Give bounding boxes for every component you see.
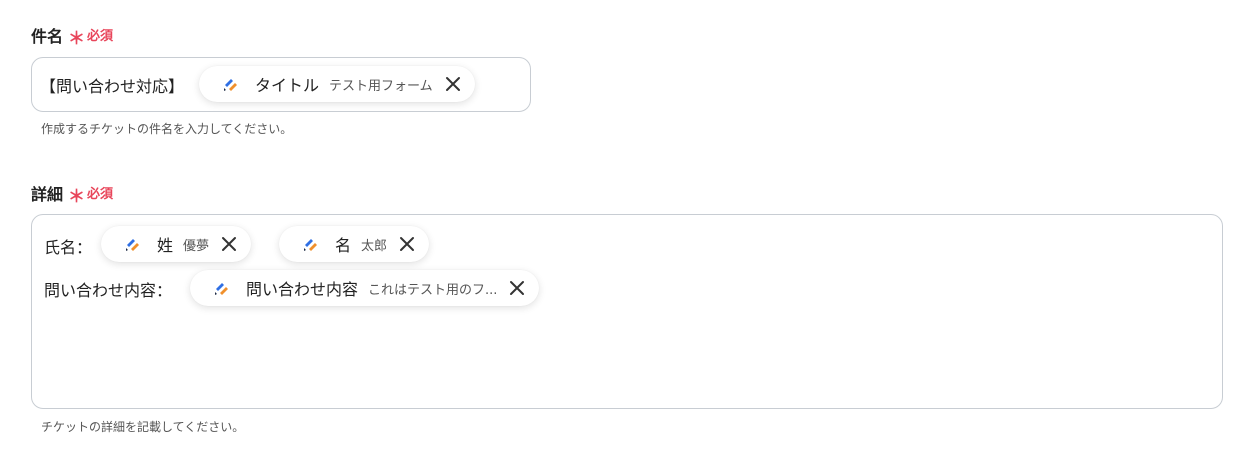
required-text: 必須: [87, 29, 114, 44]
token-value: これはテスト用のフ...: [368, 282, 498, 298]
close-icon[interactable]: [219, 234, 239, 254]
details-textarea[interactable]: 氏名： 姓 優夢 名 太郎 問い合わせ内容： 問い合わせ内容 これはテスト用のフ…: [31, 214, 1223, 409]
token-value: 優夢: [183, 238, 210, 254]
token-name: 姓: [157, 236, 174, 255]
subject-label: 件名: [31, 26, 64, 46]
form-app-icon: [215, 283, 228, 295]
form-app-icon: [224, 79, 237, 91]
token-name: タイトル: [255, 76, 320, 95]
subject-hint: 作成するチケットの件名を入力してください。: [41, 122, 293, 136]
details-label: 詳細: [31, 184, 64, 204]
form-app-icon: [304, 239, 317, 251]
details-line2-label: 問い合わせ内容：: [44, 281, 173, 300]
token-value: テスト用フォーム: [329, 78, 433, 94]
required-mark: ＊: [68, 29, 86, 49]
token-first-name[interactable]: 名 太郎: [279, 226, 430, 262]
token-inquiry-content[interactable]: 問い合わせ内容 これはテスト用のフ...: [190, 270, 540, 306]
details-hint: チケットの詳細を記載してください。: [41, 420, 245, 434]
details-label-row: 詳細 ＊ 必須: [31, 180, 114, 208]
required-mark: ＊: [68, 187, 86, 207]
token-last-name[interactable]: 姓 優夢: [101, 226, 252, 262]
close-icon[interactable]: [507, 278, 527, 298]
token-title[interactable]: タイトル テスト用フォーム: [199, 66, 475, 102]
close-icon[interactable]: [443, 74, 463, 94]
token-name: 問い合わせ内容: [246, 280, 359, 299]
close-icon[interactable]: [397, 234, 417, 254]
details-line1-label: 氏名：: [44, 238, 93, 257]
required-text: 必須: [87, 187, 114, 202]
token-name: 名: [335, 236, 352, 255]
token-value: 太郎: [361, 238, 388, 254]
subject-prefix-text: 【問い合わせ対応】: [40, 77, 185, 96]
subject-input-field[interactable]: 【問い合わせ対応】 タイトル テスト用フォーム: [31, 57, 531, 112]
subject-label-row: 件名 ＊ 必須: [31, 22, 114, 50]
form-app-icon: [126, 239, 139, 251]
